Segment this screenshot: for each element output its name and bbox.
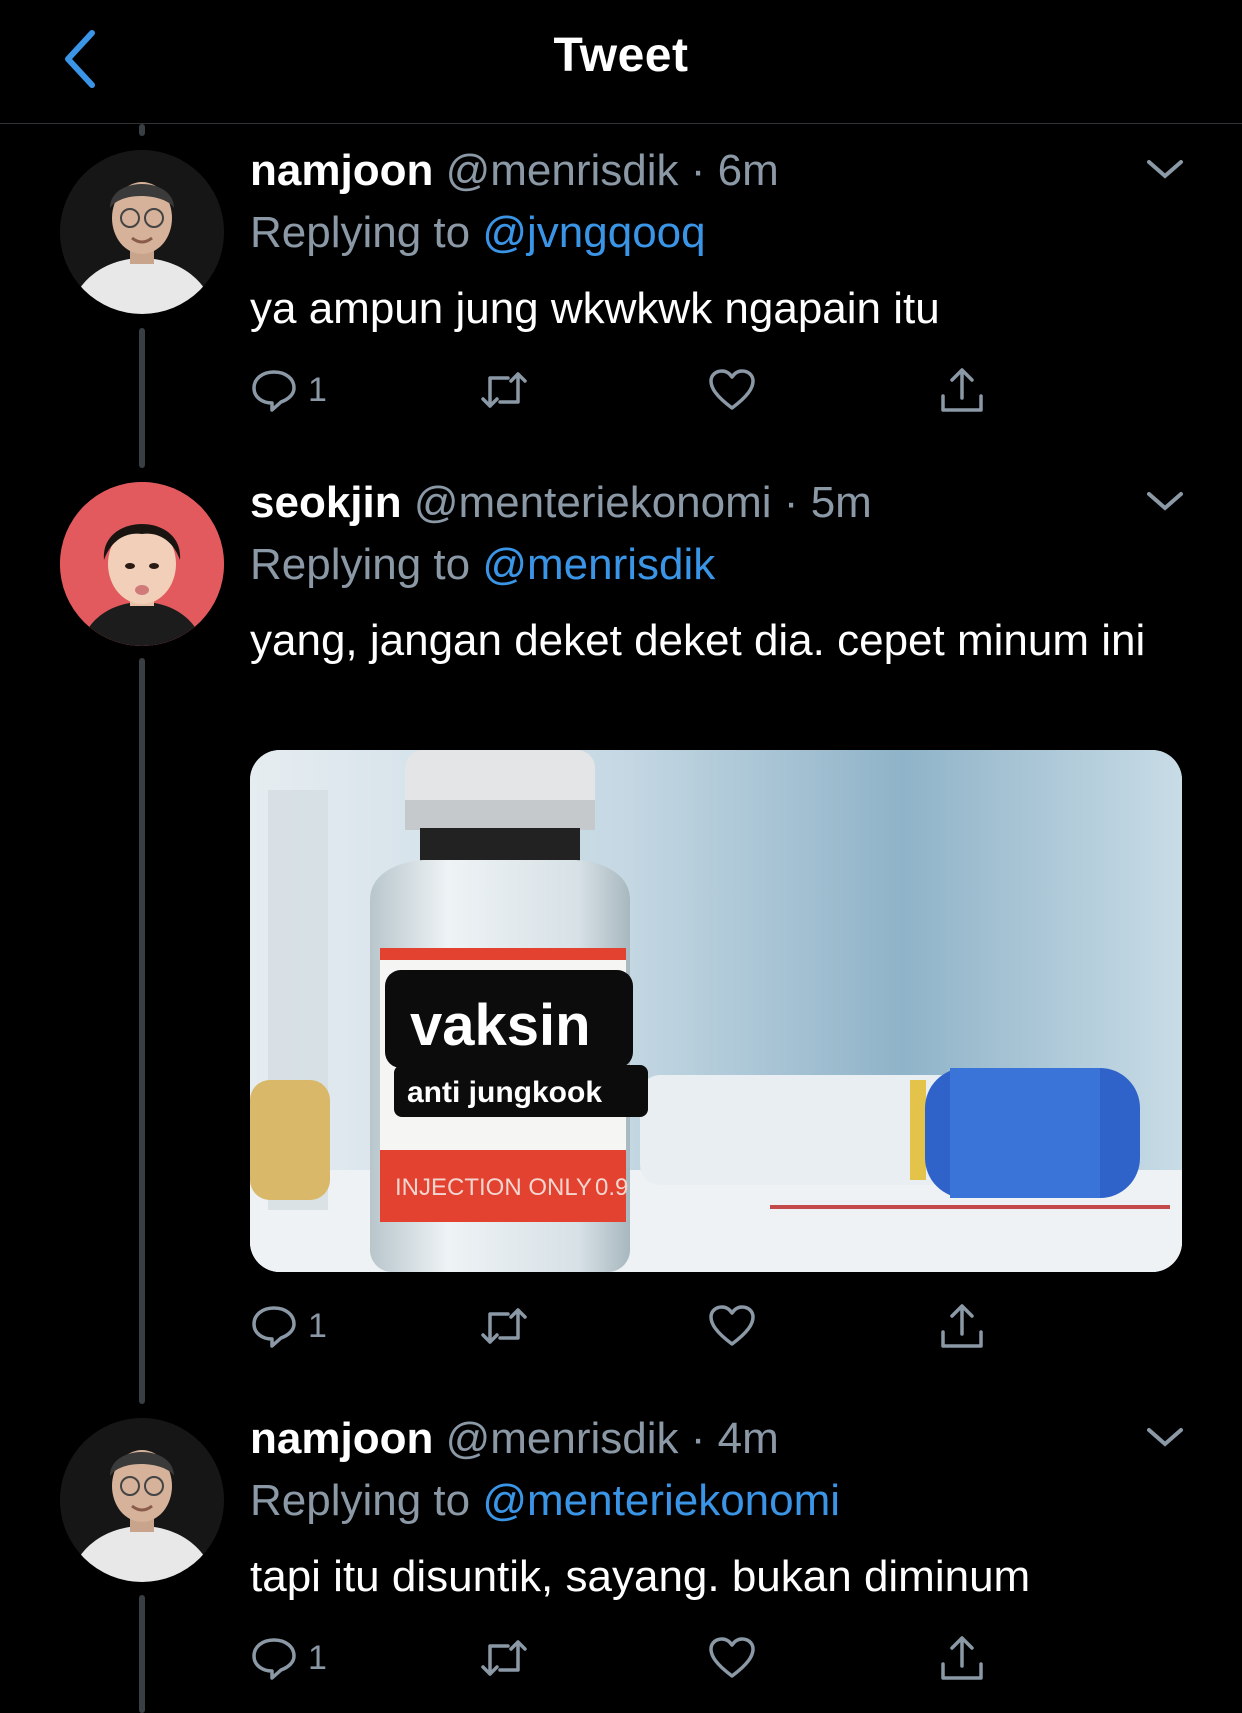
- sticker-title: vaksin: [410, 993, 591, 1058]
- like-button[interactable]: [708, 1296, 756, 1356]
- thread-line: [139, 124, 145, 136]
- retweet-button[interactable]: [478, 1628, 530, 1688]
- like-button[interactable]: [708, 360, 756, 420]
- reply-button[interactable]: 1: [250, 360, 327, 420]
- reply-icon: [252, 1638, 296, 1680]
- like-icon: [709, 1637, 755, 1678]
- like-icon: [709, 1305, 755, 1346]
- replying-to: Replying to @menteriekonomi: [250, 1476, 840, 1526]
- timestamp[interactable]: 5m: [811, 478, 872, 527]
- chevron-down-icon: [1147, 1428, 1183, 1447]
- display-name[interactable]: seokjin: [250, 478, 402, 527]
- avatar-photo: [60, 482, 224, 646]
- display-name[interactable]: namjoon: [250, 1414, 433, 1463]
- handle[interactable]: @menteriekonomi: [414, 478, 772, 527]
- retweet-button[interactable]: [478, 360, 530, 420]
- reply-icon: [252, 370, 296, 412]
- tweet-menu-button[interactable]: [1140, 482, 1190, 522]
- like-button[interactable]: [708, 1628, 756, 1688]
- tweet-text: ya ampun jung wkwkwk ngapain itu: [250, 284, 940, 333]
- handle[interactable]: @menrisdik: [446, 146, 679, 195]
- vial-label-number: 0.9: [595, 1174, 628, 1201]
- thread-line: [139, 1595, 145, 1713]
- separator-dot: ·: [783, 478, 799, 527]
- avatar[interactable]: [60, 1418, 224, 1582]
- mention-link[interactable]: @menteriekonomi: [482, 1476, 840, 1525]
- reply-icon: [252, 1306, 296, 1348]
- avatar-photo: [60, 1418, 224, 1582]
- share-icon: [941, 1636, 983, 1680]
- reply-count: 1: [308, 1306, 327, 1345]
- reply-button[interactable]: 1: [250, 1296, 327, 1356]
- like-icon: [709, 369, 755, 410]
- thread-line: [139, 328, 145, 468]
- top-bar: Tweet: [0, 0, 1242, 124]
- mention-link[interactable]: @jvngqooq: [482, 208, 705, 257]
- retweet-button[interactable]: [478, 1296, 530, 1356]
- replying-to-label: Replying to: [250, 540, 483, 589]
- tweet-menu-button[interactable]: [1140, 150, 1190, 190]
- share-button[interactable]: [938, 1296, 986, 1356]
- mention-link[interactable]: @menrisdik: [482, 540, 715, 589]
- replying-to-label: Replying to: [250, 208, 483, 257]
- tweet-actions: 1: [250, 1296, 1010, 1356]
- timestamp[interactable]: 4m: [718, 1414, 779, 1463]
- avatar-photo: [60, 150, 224, 314]
- tweet-actions: 1: [250, 360, 1010, 420]
- share-icon: [941, 1304, 983, 1348]
- avatar[interactable]: [60, 482, 224, 646]
- share-icon: [941, 368, 983, 412]
- separator-dot: ·: [690, 1414, 706, 1463]
- retweet-icon: [481, 372, 527, 408]
- display-name[interactable]: namjoon: [250, 146, 433, 195]
- avatar[interactable]: [60, 150, 224, 314]
- thread-line: [139, 658, 145, 1404]
- reply-count: 1: [308, 370, 327, 409]
- chevron-down-icon: [1147, 160, 1183, 179]
- vial-label-text: INJECTION ONLY: [395, 1174, 592, 1201]
- tweet-actions: 1: [250, 1628, 1010, 1688]
- separator-dot: ·: [690, 146, 706, 195]
- handle[interactable]: @menrisdik: [446, 1414, 679, 1463]
- tweet-menu-button[interactable]: [1140, 1418, 1190, 1458]
- replying-to: Replying to @menrisdik: [250, 540, 715, 590]
- tweet-image[interactable]: INJECTION ONLY 0.9 vaksin anti jungkook: [250, 750, 1182, 1272]
- tweet-text: tapi itu disuntik, sayang. bukan diminum: [250, 1552, 1031, 1601]
- timestamp[interactable]: 6m: [718, 146, 779, 195]
- retweet-icon: [481, 1308, 527, 1344]
- replying-to: Replying to @jvngqooq: [250, 208, 706, 258]
- vaccine-vial-image: INJECTION ONLY 0.9 vaksin anti jungkook: [250, 750, 1182, 1272]
- retweet-icon: [481, 1640, 527, 1676]
- reply-button[interactable]: 1: [250, 1628, 327, 1688]
- replying-to-label: Replying to: [250, 1476, 483, 1525]
- sticker-subtitle: anti jungkook: [407, 1076, 602, 1109]
- chevron-down-icon: [1147, 492, 1183, 511]
- share-button[interactable]: [938, 360, 986, 420]
- tweet-text: yang, jangan deket deket dia. cepet minu…: [250, 616, 1146, 665]
- page-title: Tweet: [553, 29, 689, 82]
- share-button[interactable]: [938, 1628, 986, 1688]
- reply-count: 1: [308, 1638, 327, 1677]
